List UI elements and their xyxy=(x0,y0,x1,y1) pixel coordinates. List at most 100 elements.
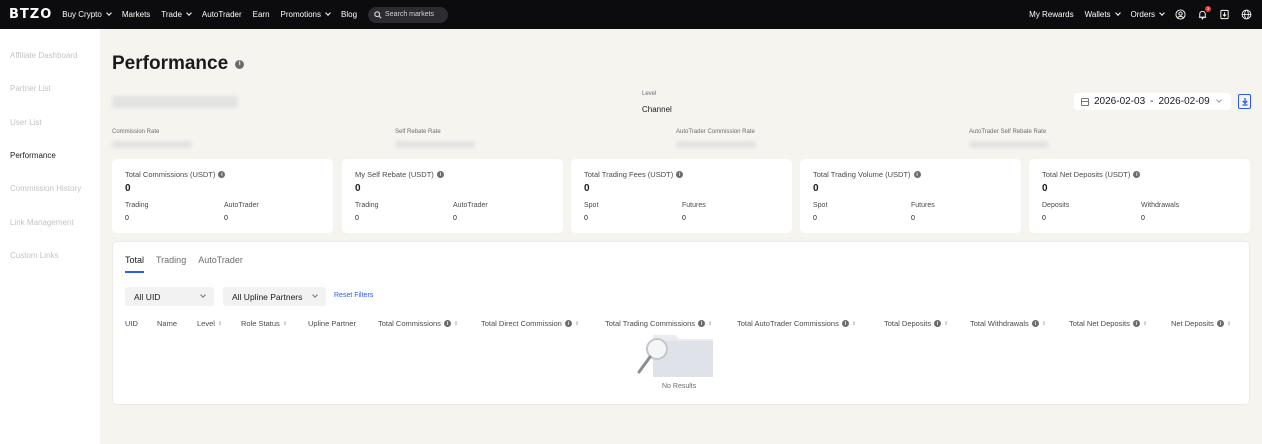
sidebar-item-partner-list[interactable]: Partner List xyxy=(10,84,51,93)
redacted-self-rebate-rate xyxy=(395,141,475,148)
upline-partner-filter-select[interactable]: All Upline Partners xyxy=(223,287,326,306)
sidebar: Affiliate Dashboard Partner List User Li… xyxy=(0,29,100,444)
uid-filter-select[interactable]: All UID xyxy=(125,287,214,306)
card-total-value: 0 xyxy=(584,183,590,194)
stat-card-total-commissions: Total Commissions (USDT) i 0 Trading Auto… xyxy=(112,159,333,233)
table-tabs: Total Trading AutoTrader xyxy=(125,255,243,273)
nav-my-rewards[interactable]: My Rewards xyxy=(1029,10,1073,19)
nav-markets[interactable]: Markets xyxy=(122,10,150,19)
column-header-total-commissions[interactable]: Total Commissions i ⇕ xyxy=(378,319,458,328)
nav-buy-crypto[interactable]: Buy Crypto xyxy=(62,10,112,19)
chevron-down-icon xyxy=(106,10,112,16)
export-button[interactable] xyxy=(1238,94,1251,109)
info-icon[interactable]: i xyxy=(436,171,444,178)
nav-autotrader[interactable]: AutoTrader xyxy=(202,10,242,19)
column-header-level[interactable]: Level ⇕ xyxy=(197,319,222,328)
nav-wallets[interactable]: Wallets xyxy=(1085,10,1121,19)
info-icon[interactable]: i xyxy=(235,59,245,69)
column-header-total-deposits[interactable]: Total Deposits i ⇕ xyxy=(884,319,948,328)
nav-blog[interactable]: Blog xyxy=(341,10,357,19)
info-icon[interactable]: i xyxy=(1216,320,1224,327)
tab-total[interactable]: Total xyxy=(125,255,145,273)
level-value: Channel xyxy=(642,105,672,114)
tab-autotrader[interactable]: AutoTrader xyxy=(198,255,243,273)
column-header-total-autotrader-commissions[interactable]: Total AutoTrader Commissions i ⇕ xyxy=(737,319,856,328)
sort-icon: ⇕ xyxy=(217,320,223,327)
stat-card-my-self-rebate: My Self Rebate (USDT) i 0 Trading AutoTra… xyxy=(342,159,563,233)
card-sub1-label: Spot xyxy=(813,202,828,209)
info-icon[interactable]: i xyxy=(1031,320,1039,327)
card-total-value: 0 xyxy=(813,183,819,194)
redacted-user-id xyxy=(112,96,238,108)
card-sub2-label: Futures xyxy=(911,202,935,209)
commission-rate-label: Commission Rate xyxy=(112,129,160,135)
sidebar-item-link-management[interactable]: Link Management xyxy=(10,218,74,227)
stat-card-total-trading-volume: Total Trading Volume (USDT) i 0 Spot Futu… xyxy=(800,159,1021,233)
info-icon[interactable]: i xyxy=(934,320,942,327)
card-sub1-label: Spot xyxy=(584,202,599,209)
stat-card-total-net-deposits: Total Net Deposits (USDT) i 0 Deposits Wi… xyxy=(1029,159,1250,233)
column-header-upline-partner[interactable]: Upline Partner xyxy=(308,319,356,328)
date-range-picker[interactable]: 2026-02-03 - 2026-02-09 xyxy=(1074,93,1231,110)
info-icon[interactable]: i xyxy=(564,320,572,327)
chevron-down-icon xyxy=(1215,97,1222,103)
info-icon[interactable]: i xyxy=(1132,320,1140,327)
tab-trading[interactable]: Trading xyxy=(156,255,186,273)
date-end: 2026-02-09 xyxy=(1158,96,1210,107)
reset-filters-link[interactable]: Reset Filters xyxy=(334,292,373,299)
column-header-role-status[interactable]: Role Status ⇕ xyxy=(241,319,287,328)
info-icon[interactable]: i xyxy=(841,320,849,327)
column-header-total-withdrawals[interactable]: Total Withdrawals i ⇕ xyxy=(970,319,1046,328)
nav-promotions[interactable]: Promotions xyxy=(281,10,331,19)
column-header-name[interactable]: Name xyxy=(157,319,177,328)
card-total-value: 0 xyxy=(355,183,361,194)
info-icon[interactable]: i xyxy=(913,171,921,178)
date-separator: - xyxy=(1150,96,1154,107)
card-sub2-label: AutoTrader xyxy=(453,202,488,209)
user-icon[interactable] xyxy=(1175,9,1186,20)
page-title: Performance i xyxy=(112,53,245,75)
empty-state-message: No Results xyxy=(662,383,697,390)
card-sub2-value: 0 xyxy=(224,215,228,222)
info-icon[interactable]: i xyxy=(698,320,706,327)
level-label: Level xyxy=(642,91,657,97)
brand-logo[interactable]: BTZO xyxy=(9,7,52,22)
sidebar-item-affiliate-dashboard[interactable]: Affiliate Dashboard xyxy=(10,51,77,60)
card-sub1-label: Trading xyxy=(355,202,379,209)
nav-earn[interactable]: Earn xyxy=(253,10,270,19)
redacted-commission-rate xyxy=(112,141,192,148)
info-icon[interactable]: i xyxy=(218,171,226,178)
info-icon[interactable]: i xyxy=(676,171,684,178)
sidebar-item-performance[interactable]: Performance xyxy=(10,151,56,160)
sort-icon: ⇕ xyxy=(453,320,459,327)
sidebar-item-custom-links[interactable]: Custom Links xyxy=(10,251,58,260)
search-markets-input[interactable]: Search markets xyxy=(368,6,449,23)
info-icon[interactable]: i xyxy=(1133,171,1141,178)
bell-icon[interactable]: 3 xyxy=(1197,6,1211,20)
sort-icon: ⇕ xyxy=(708,320,713,327)
column-header-net-deposits[interactable]: Net Deposits i ⇕ xyxy=(1171,319,1231,328)
card-sub2-value: 0 xyxy=(453,215,457,222)
sort-icon: ⇕ xyxy=(944,320,949,327)
card-sub1-value: 0 xyxy=(813,215,817,222)
stat-card-total-trading-fees: Total Trading Fees (USDT) i 0 Spot Future… xyxy=(571,159,792,233)
sidebar-item-user-list[interactable]: User List xyxy=(10,118,42,127)
info-icon[interactable]: i xyxy=(443,320,451,327)
download-app-icon[interactable] xyxy=(1219,9,1230,20)
column-header-total-net-deposits[interactable]: Total Net Deposits i ⇕ xyxy=(1069,319,1147,328)
column-header-total-trading-commissions[interactable]: Total Trading Commissions i ⇕ xyxy=(605,319,712,328)
chevron-down-icon xyxy=(186,10,192,16)
empty-state-illustration xyxy=(637,335,713,377)
card-sub2-value: 0 xyxy=(911,215,915,222)
nav-orders[interactable]: Orders xyxy=(1131,10,1165,19)
column-header-total-direct-commission[interactable]: Total Direct Commission i ⇕ xyxy=(481,319,579,328)
nav-trade[interactable]: Trade xyxy=(161,10,192,19)
column-header-uid[interactable]: UID xyxy=(125,319,138,328)
sidebar-item-commission-history[interactable]: Commission History xyxy=(10,184,81,193)
card-total-value: 0 xyxy=(1042,183,1048,194)
notification-badge: 3 xyxy=(1205,6,1211,12)
globe-icon[interactable] xyxy=(1241,9,1252,20)
calendar-icon xyxy=(1081,97,1089,106)
chevron-down-icon xyxy=(200,292,206,298)
card-sub2-label: Futures xyxy=(682,202,706,209)
